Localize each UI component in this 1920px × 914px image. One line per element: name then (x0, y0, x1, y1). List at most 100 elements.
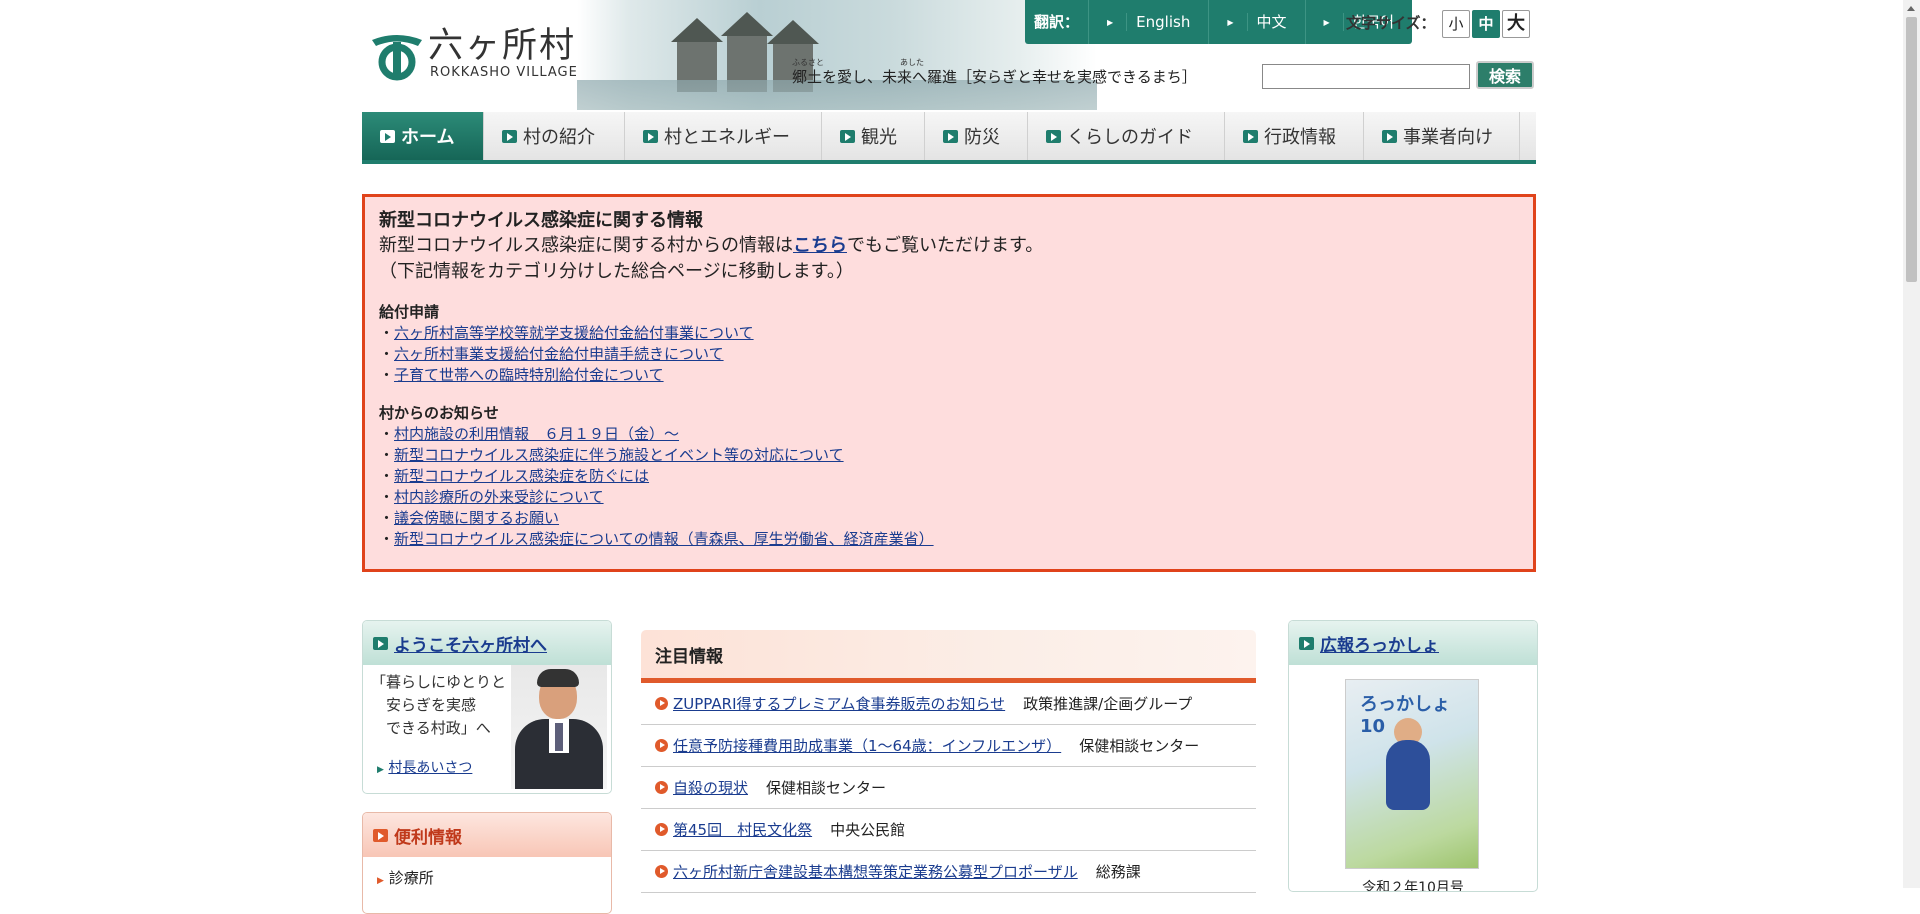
list-item: ・新型コロナウイルス感染症を防ぐには (379, 467, 650, 485)
page-wrapper: 六ヶ所村 ROKKASHO VILLAGE ふるさと あした 郷土を愛し、未来へ… (362, 0, 1536, 572)
featured-header: 注目情報 (641, 630, 1256, 683)
convenience-title: 便利情報 (394, 827, 462, 848)
covid-benefit-link[interactable]: 子育て世帯への臨時特別給付金について (394, 366, 664, 384)
vertical-scrollbar[interactable] (1903, 0, 1920, 888)
featured-link[interactable]: 六ヶ所村新庁舎建設基本構想等策定業務公募型プロポーザル (673, 861, 1078, 882)
search-input[interactable] (1262, 64, 1470, 89)
global-nav: ホーム 村の紹介 村とエネルギー 観光 防災 くらしのガイド 行政情報 事業者向… (362, 112, 1536, 164)
translation-label: 翻訳： (1034, 13, 1080, 31)
search-button[interactable]: 検索 (1476, 61, 1534, 89)
list-item: ・新型コロナウイルス感染症に伴う施設とイベント等の対応について (379, 446, 844, 464)
covid-section-benefits: 給付申請 (379, 303, 440, 321)
lang-chinese-link[interactable]: ▶ 中文 (1208, 0, 1304, 44)
list-item: ・新型コロナウイルス感染症についての情報（青森県、厚生労働省、経済産業省） (379, 530, 934, 548)
covid-title: 新型コロナウイルス感染症に関する情報 (379, 210, 703, 231)
logo-text: 六ヶ所村 ROKKASHO VILLAGE (428, 27, 578, 80)
bullet-arrow-icon (655, 865, 668, 878)
arrow-icon (373, 828, 388, 842)
photo-tie (555, 723, 563, 751)
covid-benefit-link[interactable]: 六ヶ所村高等学校等就学支援給付金給付事業について (394, 324, 754, 342)
font-size-label: 文字サイズ： (1346, 14, 1436, 32)
greeting-header: ようこそ六ヶ所村へ (363, 621, 611, 665)
scroll-thumb[interactable] (1906, 17, 1917, 282)
convenience-header: 便利情報 (363, 813, 611, 857)
nav-business[interactable]: 事業者向け (1364, 112, 1520, 160)
list-item: ・村内診療所の外来受診について (379, 488, 604, 506)
covid-intro-text: 新型コロナウイルス感染症に関する村からの情報は (379, 235, 793, 256)
font-size-medium-button[interactable]: 中 (1472, 10, 1500, 38)
nav-label: ホーム (401, 127, 455, 148)
nav-label: 村の紹介 (523, 127, 595, 148)
mayor-greeting-link[interactable]: 村長あいさつ (388, 760, 472, 776)
cover-child-body (1386, 740, 1430, 810)
covid-notice-link[interactable]: 新型コロナウイルス感染症についての情報（青森県、厚生労働省、経済産業省） (394, 530, 934, 548)
table-row: ZUPPARI得するプレミアム食事券販売のお知らせ 政策推進課/企画グループ (641, 683, 1256, 725)
list-item: ・議会傍聴に関するお願い (379, 509, 560, 527)
list-item: ・子育て世帯への臨時特別給付金について (379, 366, 664, 384)
table-row: 自殺の現状 保健相談センター (641, 767, 1256, 809)
covid-notice-box: 新型コロナウイルス感染症に関する情報 新型コロナウイルス感染症に関する村からの情… (362, 194, 1536, 572)
covid-notice-link[interactable]: 議会傍聴に関するお願い (394, 509, 559, 527)
convenience-item[interactable]: ▶ 診療所 (363, 857, 611, 898)
covid-intro-text: でもご覧いただけます。 (847, 235, 1044, 256)
nav-disaster[interactable]: 防災 (925, 112, 1028, 160)
arrow-icon (643, 129, 658, 143)
nav-energy[interactable]: 村とエネルギー (625, 112, 822, 160)
covid-link-here[interactable]: こちら (793, 235, 847, 256)
covid-benefit-link[interactable]: 六ヶ所村事業支援給付金給付申請手続きについて (394, 345, 724, 363)
nav-administration[interactable]: 行政情報 (1225, 112, 1364, 160)
logo-english: ROKKASHO VILLAGE (430, 64, 578, 80)
covid-intro: 新型コロナウイルス感染症に関する村からの情報はこちらでもご覧いただけます。 (379, 233, 1519, 259)
arrow-icon (840, 129, 855, 143)
site-header: 六ヶ所村 ROKKASHO VILLAGE ふるさと あした 郷土を愛し、未来へ… (362, 0, 1536, 110)
quote-line: できる村政」へ (371, 719, 491, 737)
nav-village-intro[interactable]: 村の紹介 (484, 112, 625, 160)
greeting-title-link[interactable]: ようこそ六ヶ所村へ (394, 631, 547, 656)
logo-japanese: 六ヶ所村 (428, 25, 577, 66)
nav-living-guide[interactable]: くらしのガイド (1028, 112, 1225, 160)
featured-link[interactable]: 自殺の現状 (673, 777, 748, 798)
covid-intro-note: （下記情報をカテゴリ分けした総合ページに移動します。） (379, 261, 854, 282)
koho-title-link[interactable]: 広報ろっかしょ (1320, 631, 1439, 656)
featured-dept: 中央公民館 (830, 821, 906, 839)
nav-tourism[interactable]: 観光 (822, 112, 925, 160)
featured-link[interactable]: 任意予防接種費用助成事業（1～64歳：インフルエンザ） (673, 735, 1061, 756)
public-relations-box: 広報ろっかしょ ろっかしょ 10 令和２年10月号 (1288, 620, 1538, 892)
quote-line: 「暮らしにゆとりと (371, 673, 507, 691)
slogan-text: 郷土を愛し、未来へ羅進［安らぎと幸せを実感できるまち］ (792, 68, 1197, 86)
bullet-arrow-icon (655, 739, 668, 752)
nav-label: 事業者向け (1403, 127, 1493, 148)
magazine-cover-image[interactable]: ろっかしょ 10 (1345, 679, 1479, 869)
nav-label: 観光 (861, 127, 897, 148)
greeting-box: ようこそ六ヶ所村へ 「暮らしにゆとりと 安らぎを実感 できる村政」へ ▶ 村長あ… (362, 620, 612, 794)
covid-section-notices: 村からのお知らせ (379, 404, 499, 422)
covid-notice-link[interactable]: 新型コロナウイルス感染症を防ぐには (394, 467, 649, 485)
convenience-item-label: 診療所 (388, 869, 434, 887)
covid-notice-link[interactable]: 村内施設の利用情報 ６月１９日（金）～ (394, 425, 679, 443)
village-logo[interactable]: 六ヶ所村 ROKKASHO VILLAGE (366, 22, 578, 84)
lang-label: 中文 (1246, 13, 1296, 31)
nav-label: くらしのガイド (1067, 127, 1193, 148)
magazine-issue: 令和２年10月号 (1362, 880, 1464, 892)
header-hero-image (577, 0, 1097, 110)
nav-label: 行政情報 (1264, 127, 1336, 148)
font-size-large-button[interactable]: 大 (1502, 10, 1530, 38)
nav-home[interactable]: ホーム (362, 112, 484, 160)
scroll-up-icon[interactable] (1903, 0, 1920, 17)
arrow-right-icon: ▶ (377, 876, 384, 886)
greeting-body: 「暮らしにゆとりと 安らぎを実感 できる村政」へ ▶ 村長あいさつ (363, 665, 611, 791)
featured-dept: 保健相談センター (766, 779, 887, 797)
arrow-icon (1046, 129, 1061, 143)
lang-english-link[interactable]: ▶ English (1088, 0, 1208, 44)
covid-notice-link[interactable]: 村内診療所の外来受診について (394, 488, 604, 506)
slogan-ruby: ふるさと (792, 58, 824, 67)
photo-hair (537, 669, 579, 687)
featured-link[interactable]: 第45回 村民文化祭 (673, 819, 812, 840)
covid-notice-link[interactable]: 新型コロナウイルス感染症に伴う施設とイベント等の対応について (394, 446, 844, 464)
featured-dept: 政策推進課/企画グループ (1023, 695, 1193, 713)
table-row: 任意予防接種費用助成事業（1～64歳：インフルエンザ） 保健相談センター (641, 725, 1256, 767)
font-size-small-button[interactable]: 小 (1442, 10, 1470, 38)
featured-link[interactable]: ZUPPARI得するプレミアム食事券販売のお知らせ (673, 693, 1005, 714)
table-row: 六ヶ所村新庁舎建設基本構想等策定業務公募型プロポーザル 総務課 (641, 851, 1256, 893)
quote-line: 安らぎを実感 (371, 696, 477, 714)
